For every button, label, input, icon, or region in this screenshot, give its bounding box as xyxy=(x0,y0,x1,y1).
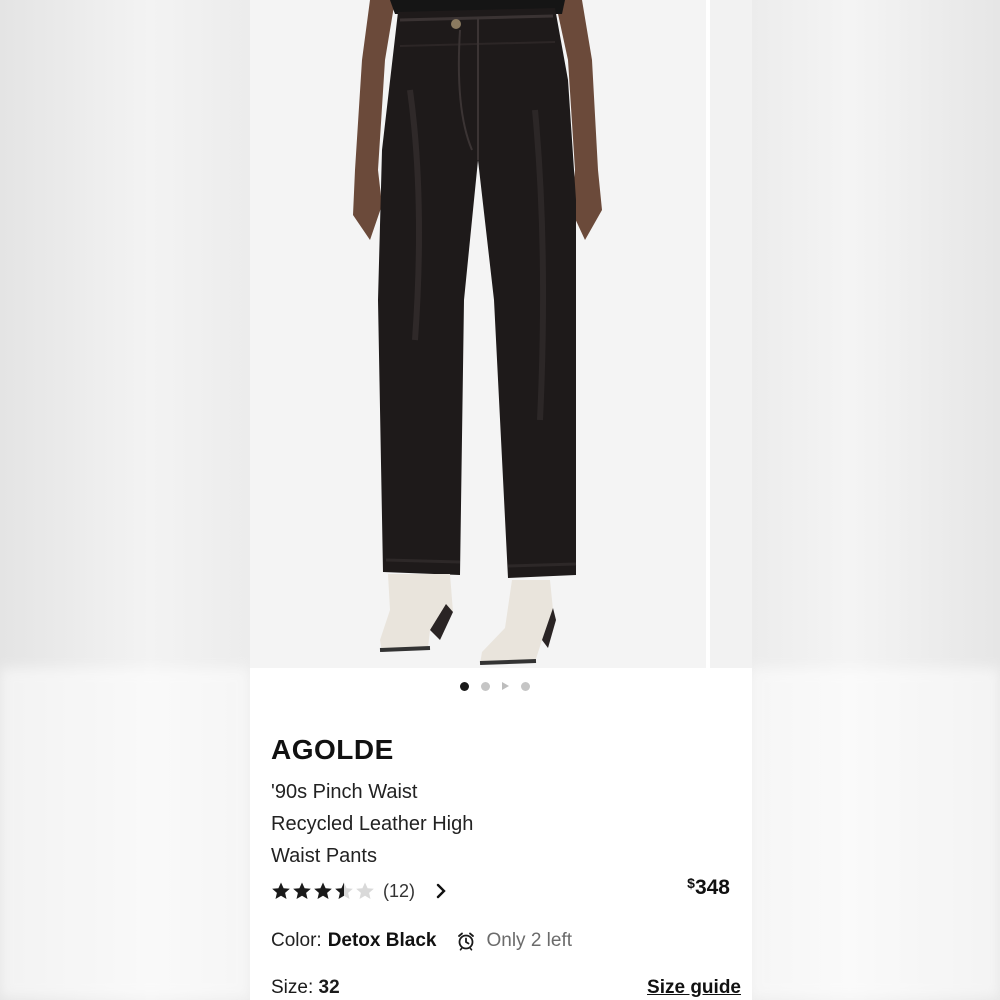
price-currency: $ xyxy=(687,875,695,891)
carousel-dot-2[interactable] xyxy=(481,681,490,691)
size-info: Size: 32 xyxy=(271,977,340,999)
stock-status: Only 2 left xyxy=(456,930,572,952)
review-count: (12) xyxy=(383,880,416,901)
carousel-dot-1[interactable] xyxy=(460,681,469,691)
price-amount: 348 xyxy=(694,876,730,899)
size-value: 32 xyxy=(318,977,340,998)
next-image-peek[interactable] xyxy=(710,0,752,668)
size-label: Size: xyxy=(271,977,314,998)
carousel-dot-4[interactable] xyxy=(521,681,530,691)
background-right xyxy=(750,0,1000,1000)
star-icon xyxy=(314,882,332,899)
size-selection: Size: 32 Size guide xyxy=(271,977,741,999)
size-guide-link[interactable]: Size guide xyxy=(647,977,741,999)
carousel-indicator xyxy=(460,680,550,692)
background-left xyxy=(0,0,250,1000)
star-icon xyxy=(356,882,374,899)
product-title: '90s Pinch Waist Recycled Leather High W… xyxy=(271,776,571,872)
product-title-line: '90s Pinch Waist xyxy=(271,781,418,803)
color-label: Color: xyxy=(271,930,322,951)
alarm-clock-icon xyxy=(458,932,475,951)
product-page: AGOLDE '90s Pinch Waist Recycled Leather… xyxy=(250,0,752,1000)
product-image[interactable] xyxy=(250,0,706,668)
star-rating xyxy=(271,881,375,901)
rating-link[interactable]: (12) xyxy=(271,877,447,905)
brand-name[interactable]: AGOLDE xyxy=(271,734,394,766)
product-title-line: Recycled Leather High xyxy=(271,813,474,835)
star-icon xyxy=(293,882,311,899)
product-title-line: Waist Pants xyxy=(271,845,377,867)
video-play-icon[interactable] xyxy=(502,682,509,690)
color-value: Detox Black xyxy=(327,930,437,951)
chevron-right-icon xyxy=(436,883,446,899)
stock-text: Only 2 left xyxy=(486,930,573,951)
star-icon xyxy=(335,882,353,899)
price: $348 xyxy=(687,875,730,900)
star-icon xyxy=(272,882,290,899)
color-selection: Color: Detox Black Only 2 left xyxy=(271,928,572,954)
